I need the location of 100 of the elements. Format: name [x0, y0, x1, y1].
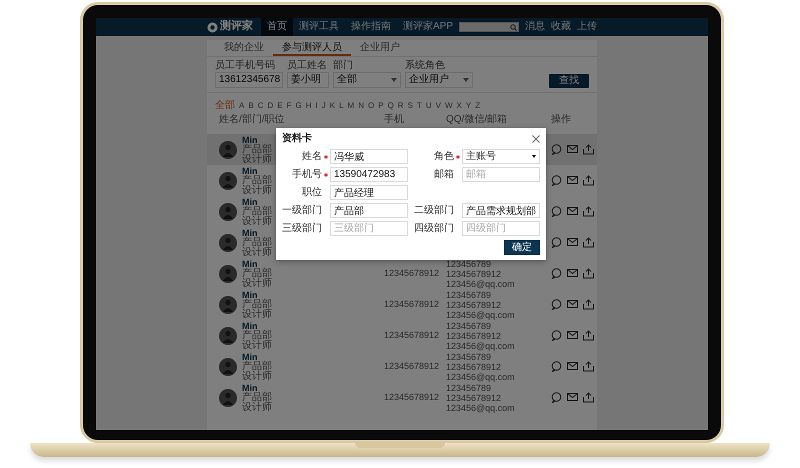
input-field[interactable]: 四级部门 — [462, 221, 540, 236]
nav-link[interactable]: 测评工具 — [293, 18, 345, 36]
letter-filter[interactable]: Z — [475, 101, 480, 111]
upload-icon[interactable] — [583, 237, 594, 248]
nav-link[interactable]: 操作指南 — [345, 18, 397, 36]
upload-icon[interactable] — [583, 392, 594, 403]
upload-icon[interactable] — [583, 268, 594, 279]
letter-filter[interactable]: L — [339, 101, 344, 111]
field-label: 一级部门 — [282, 204, 322, 216]
input-field[interactable]: 产品需求规划部 — [462, 203, 540, 218]
avatar-icon — [219, 388, 237, 406]
letter-filter[interactable]: F — [286, 101, 292, 111]
letter-filter[interactable]: R — [398, 101, 404, 111]
input-field[interactable]: 姜小明 — [287, 72, 329, 88]
chat-icon[interactable] — [551, 268, 562, 279]
letter-filter[interactable]: N — [358, 101, 364, 111]
letter-filter[interactable]: E — [277, 101, 283, 111]
letter-filter[interactable]: W — [444, 101, 452, 111]
nav-link[interactable]: 测评家APP — [397, 18, 460, 36]
letter-filter[interactable]: B — [248, 101, 254, 111]
letter-filter[interactable]: G — [295, 101, 302, 111]
chat-icon[interactable] — [551, 175, 562, 186]
letter-filter[interactable]: I — [316, 101, 318, 111]
mail-icon[interactable] — [567, 268, 578, 279]
upload-icon[interactable] — [583, 330, 594, 341]
letter-filter[interactable]: 全部 — [215, 100, 235, 112]
mail-icon[interactable] — [567, 206, 578, 217]
chat-icon[interactable] — [551, 361, 562, 372]
letter-filter[interactable]: Y — [466, 101, 472, 111]
upload-icon[interactable] — [583, 206, 594, 217]
input-field[interactable]: 产品部 — [330, 203, 408, 218]
contact-text: 123456@qq.com — [446, 278, 516, 288]
chat-icon[interactable] — [551, 392, 562, 403]
letter-filter[interactable]: V — [436, 101, 441, 111]
field-label: 手机号 — [291, 168, 322, 180]
letter-filter[interactable]: U — [426, 101, 432, 111]
confirm-button[interactable]: 确定 — [504, 240, 540, 255]
nav-link[interactable]: 收藏 — [551, 21, 572, 33]
job-title: 设计师 — [242, 278, 272, 288]
search-button[interactable]: 查找 — [549, 74, 589, 88]
mail-icon[interactable] — [567, 330, 578, 341]
letter-filter[interactable]: Q — [388, 101, 394, 111]
nav-link[interactable]: 消息 — [525, 21, 546, 33]
upload-icon[interactable] — [583, 144, 594, 155]
contact-text: 123456@qq.com — [446, 372, 516, 382]
upload-icon[interactable] — [583, 175, 594, 186]
department-text: 产品部 — [242, 330, 272, 340]
input-field[interactable]: 13612345678 — [215, 72, 283, 88]
field-label: 邮箱 — [433, 168, 454, 180]
mail-icon[interactable] — [567, 237, 578, 248]
job-title: 设计师 — [242, 154, 272, 164]
mail-icon[interactable] — [567, 144, 578, 155]
avatar-icon — [219, 358, 237, 376]
tab[interactable]: 企业用户 — [351, 40, 409, 56]
letter-filter[interactable]: H — [306, 101, 312, 111]
contact-text: 12345678912 — [446, 300, 502, 310]
letter-filter[interactable]: M — [348, 101, 354, 111]
logo-text: 测评家 — [220, 20, 253, 34]
input-field[interactable]: 产品经理 — [330, 185, 408, 200]
tab[interactable]: 参与测评人员 — [273, 40, 351, 56]
letter-filter[interactable]: K — [330, 101, 336, 111]
letter-filter[interactable]: A — [239, 101, 244, 111]
letter-filter[interactable]: X — [456, 101, 462, 111]
chat-icon[interactable] — [551, 299, 562, 310]
upload-icon[interactable] — [583, 299, 594, 310]
upload-icon[interactable] — [583, 361, 594, 372]
chat-icon[interactable] — [551, 206, 562, 217]
field-label: 系统角色 — [405, 60, 446, 72]
mail-icon[interactable] — [567, 361, 578, 372]
avatar-icon — [219, 326, 237, 344]
mail-icon[interactable] — [567, 392, 578, 403]
chat-icon[interactable] — [551, 144, 562, 155]
letter-filter[interactable]: T — [416, 101, 422, 111]
dropdown[interactable]: 全部 — [333, 72, 401, 88]
dropdown[interactable]: 企业用户 — [405, 72, 473, 88]
letter-filter[interactable]: C — [258, 101, 264, 111]
letter-filter[interactable]: O — [368, 101, 374, 111]
letter-filter[interactable]: D — [267, 101, 274, 111]
department-text: 产品部 — [242, 392, 272, 402]
caret-icon — [463, 78, 469, 82]
input-field[interactable]: 三级部门 — [330, 221, 408, 236]
nav-link[interactable]: 上传 — [577, 21, 598, 33]
letter-filter[interactable]: J — [322, 101, 326, 111]
search-icon — [510, 24, 518, 30]
caret-icon — [532, 155, 536, 158]
chat-icon[interactable] — [551, 237, 562, 248]
search-field[interactable] — [459, 22, 520, 32]
tab[interactable]: 我的企业 — [215, 40, 273, 56]
chat-icon[interactable] — [551, 330, 562, 341]
mail-icon[interactable] — [567, 299, 578, 310]
input-field[interactable]: 邮箱 — [462, 167, 540, 182]
letter-filter[interactable]: S — [408, 101, 413, 111]
input-field[interactable]: 13590472983 — [330, 167, 408, 182]
input-field[interactable]: 冯华威 — [330, 149, 408, 164]
letter-filter[interactable]: P — [378, 101, 384, 111]
dropdown[interactable]: 主账号 — [462, 149, 540, 164]
mail-icon[interactable] — [567, 175, 578, 186]
close-icon[interactable] — [532, 135, 540, 143]
contact-text: 12345678912 — [446, 392, 502, 402]
nav-link[interactable]: 首页 — [261, 18, 293, 36]
